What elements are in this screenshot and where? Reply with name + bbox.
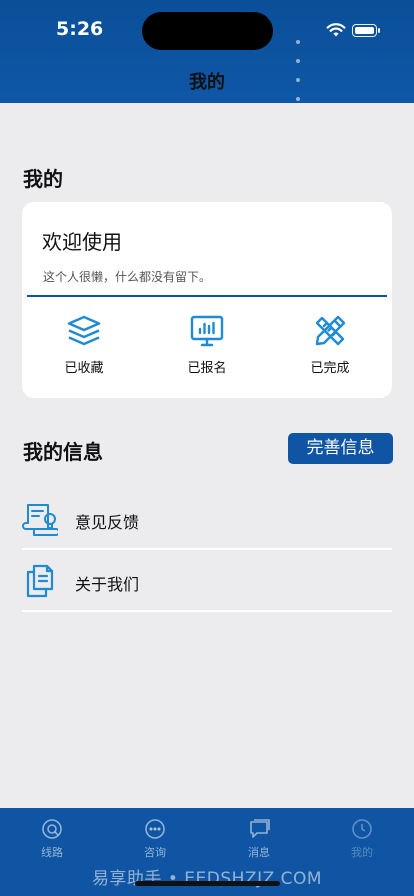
stat-registered-label: 已报名 — [187, 361, 227, 376]
row-feedback[interactable]: 意见反馈 — [22, 488, 392, 550]
row-about[interactable]: 关于我们 — [22, 550, 392, 612]
dynamic-island — [142, 12, 273, 50]
chart-screen-icon — [190, 315, 224, 347]
tab-routes[interactable]: 线路 — [22, 818, 82, 860]
tab-routes-label: 线路 — [41, 846, 63, 859]
pencil-ruler-icon — [315, 315, 346, 346]
complete-info-button[interactable]: 完善信息 — [288, 433, 393, 464]
tab-mine-label: 我的 — [351, 846, 373, 859]
info-section-title: 我的信息 — [23, 440, 103, 464]
page-title: 我的 — [189, 72, 225, 93]
stat-registered[interactable]: 已报名 — [157, 314, 257, 376]
tab-mine[interactable]: 我的 — [332, 818, 392, 860]
tab-messages-label: 消息 — [248, 846, 270, 859]
welcome-text: 欢迎使用 — [42, 230, 122, 254]
stat-favorites-label: 已收藏 — [64, 361, 104, 376]
tab-consult-label: 咨询 — [144, 846, 166, 859]
card-divider — [27, 295, 387, 297]
row-feedback-label: 意见反馈 — [75, 513, 140, 532]
app-header: 5:26 我的 — [0, 0, 414, 103]
layers-icon — [67, 315, 101, 346]
feedback-scroll-icon — [22, 504, 58, 536]
user-motto: 这个人很懒，什么都没有留下。 — [43, 270, 212, 284]
route-icon — [42, 819, 62, 839]
row-about-label: 关于我们 — [75, 575, 140, 594]
stat-favorites[interactable]: 已收藏 — [34, 314, 134, 376]
wifi-icon — [326, 23, 346, 37]
status-time: 5:26 — [56, 18, 104, 40]
profile-icon — [352, 819, 372, 839]
home-indicator — [135, 881, 280, 886]
stat-completed-label: 已完成 — [310, 361, 350, 376]
stat-completed[interactable]: 已完成 — [280, 314, 380, 376]
message-icon — [250, 819, 270, 838]
battery-icon — [352, 24, 380, 37]
chat-icon — [145, 819, 165, 839]
profile-card: 欢迎使用 这个人很懒，什么都没有留下。 已收藏 已报名 已完成 — [22, 202, 392, 398]
documents-icon — [26, 564, 54, 598]
tab-consult[interactable]: 咨询 — [125, 818, 185, 860]
profile-section-title: 我的 — [23, 167, 63, 191]
tab-messages[interactable]: 消息 — [229, 818, 289, 860]
